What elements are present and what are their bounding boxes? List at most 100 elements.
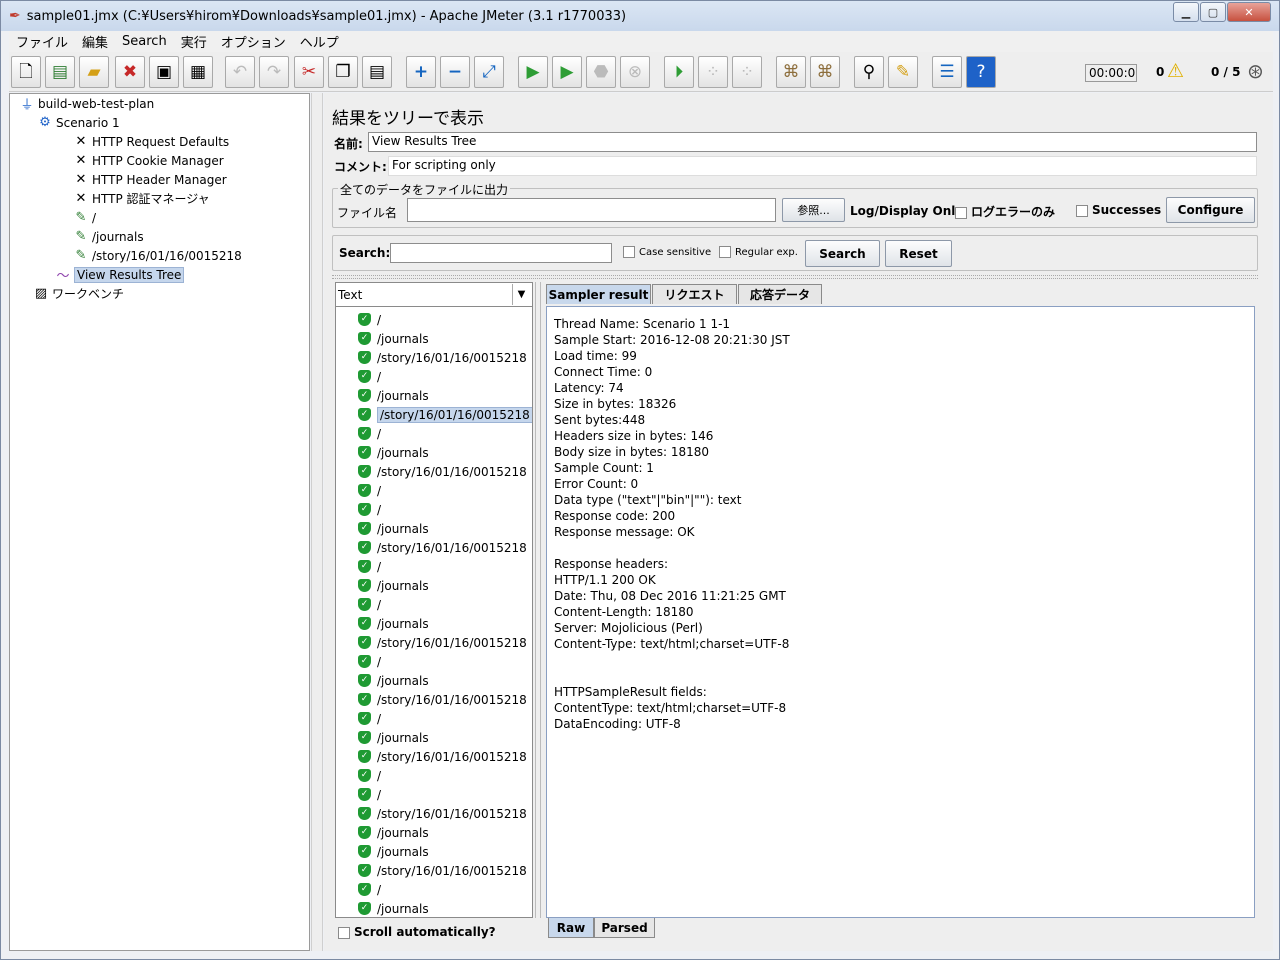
scroll-auto-box[interactable] [338,926,350,939]
tab-response-data[interactable]: 応答データ [738,284,822,304]
result-item[interactable]: ✓ / [358,500,381,519]
close-button[interactable]: ✕ [1227,2,1271,22]
renderer-select[interactable]: Text ▼ [335,282,533,307]
function-helper-icon[interactable]: ☰ [932,56,962,88]
result-item[interactable]: ✓ /journals [358,443,429,462]
menu-edit[interactable]: 編集 [75,32,115,51]
tree-node-auth[interactable]: ✕ HTTP 認証マネージャ [72,189,210,208]
result-item[interactable]: ✓ /story/16/01/16/0015218 [358,405,532,424]
case-sensitive-box[interactable] [623,246,635,258]
result-item[interactable]: ✓ /journals [358,671,429,690]
result-item[interactable]: ✓ /story/16/01/16/0015218 [358,690,527,709]
help-icon[interactable]: ? [966,56,996,88]
successes-checkbox-box[interactable] [1076,204,1088,217]
search-input[interactable] [390,243,612,263]
configure-button[interactable]: Configure [1166,197,1255,223]
tree-node-scenario[interactable]: ⚙ Scenario 1 [36,113,119,132]
save-as-icon[interactable]: ▦ [183,56,213,88]
result-item[interactable]: ✓ /journals [358,823,429,842]
successes-checkbox[interactable]: Successes [1076,203,1161,217]
list-splitter[interactable] [535,282,541,918]
search-icon[interactable]: ⚲ [854,56,884,88]
tab-sampler-result[interactable]: Sampler result [546,284,651,304]
save-icon[interactable]: ▣ [149,56,179,88]
name-input[interactable]: View Results Tree [368,132,1257,152]
paste-icon[interactable]: ▤ [362,56,392,88]
result-item[interactable]: ✓ /story/16/01/16/0015218 [358,861,527,880]
tab-parsed[interactable]: Parsed [594,918,655,938]
comment-input[interactable]: For scripting only [388,156,1257,176]
result-item[interactable]: ✓ /story/16/01/16/0015218 [358,462,527,481]
result-item[interactable]: ✓ /journals [358,728,429,747]
tree-node-story-sampler[interactable]: ✎/story/16/01/16/0015218 [72,246,242,265]
tab-raw[interactable]: Raw [548,918,594,938]
result-item[interactable]: ✓ / [358,367,381,386]
stop-icon[interactable]: ⬣ [586,56,616,88]
close-file-icon[interactable]: ✖ [115,56,145,88]
menu-help[interactable]: ヘルプ [293,32,346,51]
tree-node-defaults[interactable]: ✕ HTTP Request Defaults [72,132,230,151]
toggle-icon[interactable]: ⤢ [474,56,504,88]
menu-file[interactable]: ファイル [9,32,75,51]
clear-all-icon[interactable]: ⌘ [810,56,840,88]
tree-node-plan[interactable]: ⏚ build-web-test-plan [18,94,154,114]
result-item[interactable]: ✓ / [358,557,381,576]
errors-checkbox[interactable]: ログエラーのみ [955,203,1055,220]
tree-node-cookie[interactable]: ✕ HTTP Cookie Manager [72,151,224,170]
result-item[interactable]: ✓ /journals [358,614,429,633]
cut-icon[interactable]: ✂ [294,56,324,88]
result-item[interactable]: ✓ / [358,880,381,899]
undo-icon[interactable]: ↶ [225,56,255,88]
open-icon[interactable]: ▰ [79,56,109,88]
menu-run[interactable]: 実行 [174,32,214,51]
result-item[interactable]: ✓ /story/16/01/16/0015218 [358,804,527,823]
result-item[interactable]: ✓ /journals [358,519,429,538]
case-sensitive-checkbox[interactable]: Case sensitive [623,246,711,258]
result-item[interactable]: ✓ / [358,652,381,671]
result-item[interactable]: ✓ /journals [358,842,429,861]
result-item[interactable]: ✓ /story/16/01/16/0015218 [358,348,527,367]
expand-icon[interactable]: + [406,56,436,88]
result-item[interactable]: ✓ / [358,424,381,443]
result-item[interactable]: ✓ /journals [358,899,429,917]
menu-search[interactable]: Search [115,34,174,49]
tree-node-root-sampler[interactable]: ✎ / [72,208,97,227]
reset-search-icon[interactable]: ✎ [888,56,918,88]
result-item[interactable]: ✓ /journals [358,329,429,348]
remote-start-icon[interactable]: ⏵ [664,56,694,88]
remote-shutdown-icon[interactable]: ⁘ [732,56,762,88]
result-item[interactable]: ✓ / [358,595,381,614]
result-item[interactable]: ✓ / [358,766,381,785]
start-no-pauses-icon[interactable]: ▶ [552,56,582,88]
regex-box[interactable] [719,246,731,258]
horizontal-divider[interactable] [332,275,1258,279]
search-button[interactable]: Search [805,240,880,267]
clear-icon[interactable]: ⌘ [776,56,806,88]
result-item[interactable]: ✓ / [358,310,381,329]
result-item[interactable]: ✓ /story/16/01/16/0015218 [358,747,527,766]
warning-icon[interactable]: ⚠ [1167,60,1184,82]
templates-icon[interactable]: ▤ [45,56,75,88]
tab-request[interactable]: リクエスト [652,284,737,304]
pane-splitter[interactable] [311,93,323,951]
result-item[interactable]: ✓ /journals [358,386,429,405]
new-icon[interactable]: 🗋 [11,56,41,88]
shutdown-icon[interactable]: ⊗ [620,56,650,88]
scroll-auto-checkbox[interactable]: Scroll automatically? [338,925,496,939]
redo-icon[interactable]: ↷ [259,56,289,88]
result-item[interactable]: ✓ / [358,481,381,500]
errors-checkbox-box[interactable] [955,206,967,219]
copy-icon[interactable]: ❐ [328,56,358,88]
result-item[interactable]: ✓ /story/16/01/16/0015218 [358,633,527,652]
tree-node-journals-sampler[interactable]: ✎/journals [72,227,144,246]
tree-node-header[interactable]: ✕ HTTP Header Manager [72,170,227,189]
start-icon[interactable]: ▶ [518,56,548,88]
browse-button[interactable]: 参照... [782,198,845,222]
menu-options[interactable]: オプション [214,32,293,51]
minimize-button[interactable]: ▁ [1173,2,1199,22]
remote-stop-icon[interactable]: ⁘ [698,56,728,88]
result-item[interactable]: ✓ /story/16/01/16/0015218 [358,538,527,557]
result-item[interactable]: ✓ / [358,785,381,804]
regex-checkbox[interactable]: Regular exp. [719,246,798,258]
result-item[interactable]: ✓ /journals [358,576,429,595]
